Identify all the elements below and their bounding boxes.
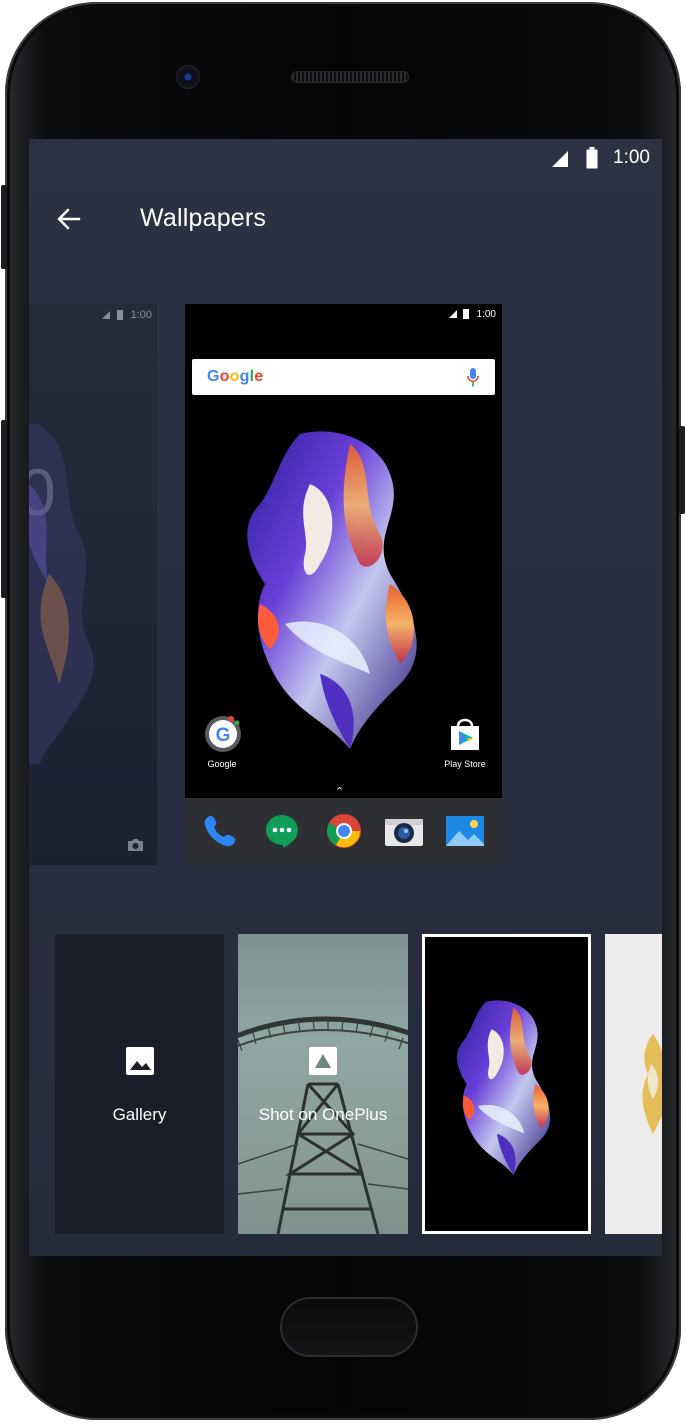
screen: 1:00 Wallpapers 1:00 0 1:00 Google xyxy=(29,139,662,1256)
wallpaper-thumb-selected[interactable] xyxy=(422,934,591,1234)
earpiece-speaker xyxy=(291,71,409,83)
wallpaper-art xyxy=(456,1000,551,1175)
home-button[interactable] xyxy=(280,1297,418,1357)
app-drawer-caret[interactable]: ⌃ xyxy=(335,785,344,798)
google-logo: Google xyxy=(207,368,264,385)
volume-button[interactable] xyxy=(1,420,7,598)
wallpaper-art xyxy=(247,431,417,749)
lock-status-time: 1:00 xyxy=(130,309,152,321)
camera-icon[interactable] xyxy=(127,838,144,852)
wallpaper-art xyxy=(642,1034,662,1134)
preview-status-time: 1:00 xyxy=(476,309,496,320)
gallery-icon[interactable] xyxy=(444,812,486,850)
phone-icon[interactable] xyxy=(201,812,239,850)
app-label-play-store: Play Store xyxy=(444,759,486,769)
home-screen-preview[interactable]: 1:00 Google G Google Play Store ⌃ xyxy=(185,304,502,865)
battery-icon xyxy=(586,147,598,169)
lock-screen-preview[interactable]: 1:00 0 xyxy=(29,304,157,865)
status-bar: 1:00 xyxy=(29,139,662,177)
mic-icon[interactable] xyxy=(467,368,479,387)
wallpaper-thumb-gallery[interactable]: Gallery xyxy=(55,934,224,1234)
wallpaper-label-gallery: Gallery xyxy=(112,1105,167,1124)
front-camera xyxy=(176,65,200,89)
power-button[interactable] xyxy=(679,426,685,514)
oneplus-shot-icon xyxy=(309,1047,337,1075)
ferris-wheel-photo xyxy=(238,1016,408,1234)
image-icon xyxy=(125,1047,154,1075)
app-bar: Wallpapers xyxy=(29,177,662,261)
play-store-icon[interactable] xyxy=(445,714,485,754)
hangouts-icon[interactable] xyxy=(263,812,301,850)
signal-icon xyxy=(552,151,568,167)
battery-icon xyxy=(117,310,123,320)
wallpaper-thumb-next[interactable] xyxy=(605,934,662,1234)
wallpaper-label-shot-on-oneplus: Shot on OnePlus xyxy=(258,1105,388,1124)
dock xyxy=(185,798,502,865)
page-title: Wallpapers xyxy=(140,204,267,232)
arrow-left-icon[interactable] xyxy=(53,203,85,235)
wallpaper-art xyxy=(29,424,94,764)
svg-text:G: G xyxy=(216,725,231,746)
chrome-icon[interactable] xyxy=(325,812,363,850)
app-label-google: Google xyxy=(207,759,237,769)
google-search-bar[interactable]: Google xyxy=(192,359,495,395)
alert-slider[interactable] xyxy=(1,185,7,269)
status-time: 1:00 xyxy=(613,147,650,168)
wallpaper-thumb-shot-on-oneplus[interactable]: Shot on OnePlus xyxy=(238,934,408,1234)
battery-icon xyxy=(463,309,469,319)
signal-icon xyxy=(449,310,457,318)
camera-icon[interactable] xyxy=(383,812,425,850)
google-app-icon[interactable]: G xyxy=(203,714,243,754)
signal-icon xyxy=(102,311,110,319)
